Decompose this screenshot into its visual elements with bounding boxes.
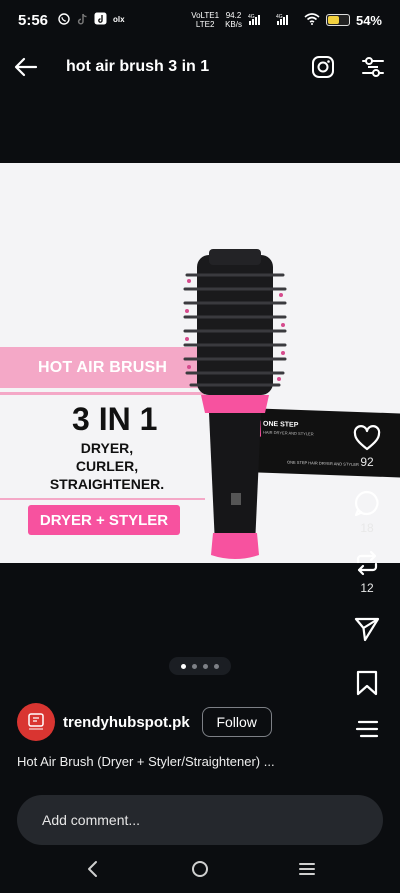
image-pill: DRYER + STYLER [28, 505, 180, 535]
system-icons: VoLTE1 LTE2 94.2 KB/s 4G 4G 54% [191, 11, 382, 29]
image-search-button[interactable] [310, 54, 336, 80]
chevron-left-icon [88, 860, 98, 877]
menu-lines-icon [298, 862, 315, 875]
whatsapp-icon [58, 12, 70, 28]
post-caption[interactable]: Hot Air Brush (Dryer + Styler/Straighten… [17, 754, 347, 769]
volte-indicator: VoLTE1 LTE2 [191, 11, 220, 29]
battery-percent: 54% [355, 12, 382, 28]
nav-recents-button[interactable] [298, 860, 316, 883]
olx-icon: olx [113, 13, 127, 27]
comment-bubble-icon [354, 490, 379, 517]
status-bar: 5:56 olx VoLTE1 LTE2 94.2 KB/s 4G 4G 54% [0, 0, 400, 40]
circle-icon [191, 860, 208, 877]
search-header: hot air brush 3 in 1 [0, 40, 400, 94]
like-button[interactable]: 92 [353, 425, 381, 469]
comment-count: 18 [360, 521, 374, 535]
carousel-dot [214, 663, 219, 669]
post-image[interactable]: HOT AIR BRUSH 3 IN 1 DRYER, CURLER, STRA… [0, 163, 400, 563]
svg-text:olx: olx [113, 15, 125, 24]
music-icon [94, 12, 107, 28]
lens-icon [312, 56, 334, 78]
search-query[interactable]: hot air brush 3 in 1 [66, 58, 209, 76]
arrow-left-icon [14, 57, 38, 77]
status-time: 5:56 [18, 11, 49, 29]
comment-button[interactable]: 18 [353, 489, 381, 535]
back-button[interactable] [14, 55, 38, 79]
share-button[interactable] [353, 615, 381, 643]
filter-button[interactable] [360, 54, 386, 80]
image-features: DRYER, CURLER, STRAIGHTENER. [49, 440, 165, 492]
carousel-dot [192, 663, 197, 669]
system-nav-bar [0, 849, 400, 893]
nav-back-button[interactable] [84, 860, 102, 883]
filter-sliders-icon [362, 57, 384, 77]
more-button[interactable] [355, 719, 379, 739]
menu-lines-icon [355, 720, 379, 738]
signal-icon: 4G [248, 13, 270, 28]
carousel-indicator [169, 657, 231, 675]
heart-icon [353, 425, 381, 451]
send-icon [354, 617, 380, 642]
network-speed: 94.2 KB/s [225, 11, 242, 29]
repost-button[interactable]: 12 [353, 549, 381, 595]
action-rail: 92 18 12 [352, 425, 382, 739]
like-count: 92 [360, 455, 374, 469]
comment-input[interactable]: Add comment... [17, 795, 383, 845]
hair-brush-illustration [183, 249, 287, 559]
wifi-icon [304, 12, 320, 28]
save-button[interactable] [354, 669, 380, 697]
carousel-dot [203, 663, 208, 669]
notification-icons: olx [58, 12, 127, 28]
nav-home-button[interactable] [191, 860, 209, 883]
bookmark-icon [356, 670, 378, 696]
author-row: trendyhubspot.pk Follow [17, 703, 272, 741]
store-logo-icon [28, 713, 44, 730]
signal-icon: 4G [276, 13, 298, 28]
follow-button[interactable]: Follow [201, 707, 272, 737]
battery-icon [325, 14, 350, 26]
image-title: 3 IN 1 [72, 401, 158, 437]
author-username[interactable]: trendyhubspot.pk [63, 714, 190, 731]
repost-count: 12 [360, 581, 374, 595]
avatar[interactable] [17, 703, 55, 741]
repost-icon [356, 550, 378, 576]
carousel-dot [181, 663, 186, 669]
comment-placeholder: Add comment... [42, 812, 141, 828]
tiktok-icon [76, 13, 88, 28]
